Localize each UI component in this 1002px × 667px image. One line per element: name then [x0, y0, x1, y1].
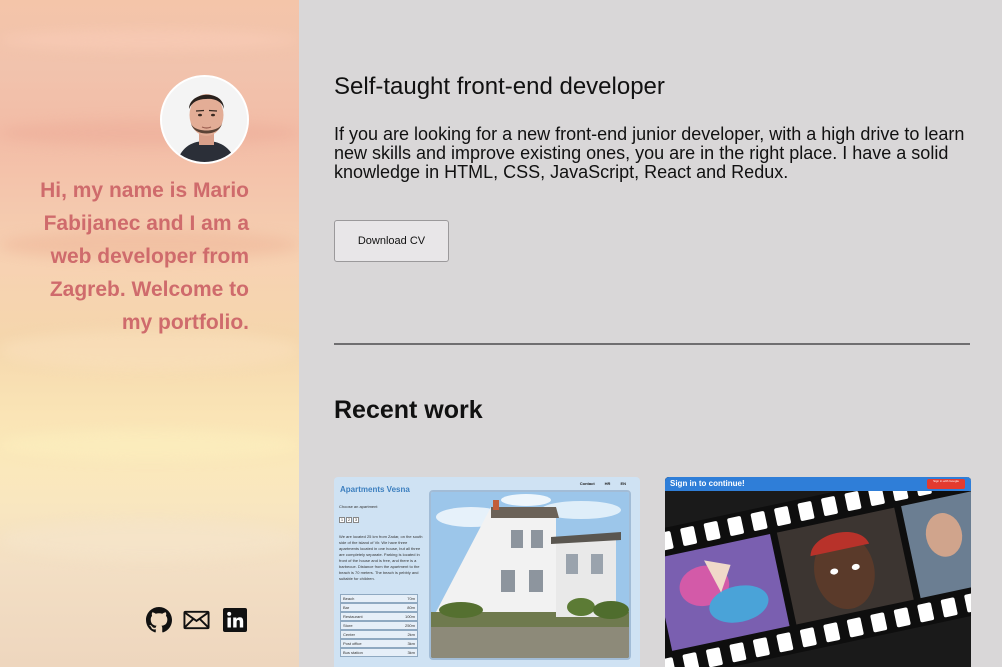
- sky-cloud: [0, 30, 299, 50]
- distance-value: 250m: [404, 623, 415, 628]
- distance-value: 3km: [407, 641, 415, 646]
- distance-row: Post office 3km: [340, 639, 418, 648]
- distance-place: Center: [343, 632, 356, 637]
- distance-value: 100m: [404, 614, 415, 619]
- distance-value: 3km: [407, 650, 415, 655]
- film-strip-illustration: [665, 477, 971, 667]
- distance-row: Bar 80m: [340, 603, 418, 612]
- distance-value: 70m: [407, 596, 415, 601]
- distance-place: Bus station: [343, 650, 363, 655]
- project-nav: Contact HR EN: [580, 481, 626, 486]
- distance-row: Store 250m: [340, 621, 418, 630]
- signin-text: Sign in to continue!: [670, 479, 745, 488]
- distance-row: Center 2km: [340, 630, 418, 639]
- distance-place: Store: [343, 623, 353, 628]
- about-text: If you are looking for a new front-end j…: [334, 124, 965, 182]
- distance-place: Beach: [343, 596, 355, 601]
- distance-row: Bus station 3km: [340, 648, 418, 657]
- distance-row: Beach 70m: [340, 594, 418, 603]
- apartment-description: We are located 25 km from Zadar, on the …: [339, 534, 423, 581]
- house-photo: [429, 490, 631, 660]
- mail-icon: [183, 610, 210, 629]
- project-card-movies[interactable]: Sign in to continue! Sign in with Google: [665, 477, 971, 667]
- linkedin-link[interactable]: [221, 606, 248, 633]
- github-icon: [145, 606, 172, 632]
- distance-row: Restaurant 100m: [340, 612, 418, 621]
- intro-text: Hi, my name is Mario Fabijanec and I am …: [40, 179, 249, 334]
- distance-place: Restaurant: [343, 614, 363, 619]
- distance-place: Bar: [343, 605, 350, 610]
- sky-cloud: [0, 520, 299, 560]
- project-brand: Apartments Vesna: [340, 485, 410, 494]
- download-cv-button[interactable]: Download CV: [334, 220, 449, 262]
- sky-cloud: [0, 430, 299, 460]
- recent-work-title: Recent work: [334, 396, 483, 424]
- distance-list: Beach 70m Bar 80m Restaurant 100m Store 250m…: [340, 594, 418, 657]
- sky-cloud: [0, 120, 299, 146]
- pager-item: 1: [339, 517, 345, 523]
- project-nav-item: EN: [620, 481, 626, 486]
- google-signin-button[interactable]: Sign in with Google: [927, 479, 965, 489]
- page-title: Self-taught front-end developer: [334, 73, 665, 100]
- section-divider: [334, 343, 970, 345]
- distance-value: 2km: [407, 632, 415, 637]
- pager-item: 2: [346, 517, 352, 523]
- social-links: [145, 606, 248, 633]
- house-illustration: [431, 492, 629, 658]
- apartment-pager: 1 2 3: [339, 517, 359, 523]
- distance-place: Post office: [343, 641, 362, 646]
- choose-apartment-label: Choose an apartment: [339, 504, 378, 509]
- main-content: Self-taught front-end developer If you a…: [299, 0, 1002, 667]
- email-link[interactable]: [183, 606, 210, 633]
- avatar: [160, 75, 249, 164]
- project-nav-item: Contact: [579, 481, 595, 486]
- github-link[interactable]: [145, 606, 172, 633]
- distance-value: 80m: [407, 605, 415, 610]
- linkedin-icon: [222, 607, 247, 632]
- project-nav-item: HR: [604, 481, 611, 486]
- project-card-apartments[interactable]: Apartments Vesna Contact HR EN Choose an…: [334, 477, 640, 667]
- sidebar: Hi, my name is Mario Fabijanec and I am …: [0, 0, 299, 667]
- avatar-portrait: [162, 77, 247, 162]
- portfolio-page: Hi, my name is Mario Fabijanec and I am …: [0, 0, 1002, 667]
- pager-item: 3: [353, 517, 359, 523]
